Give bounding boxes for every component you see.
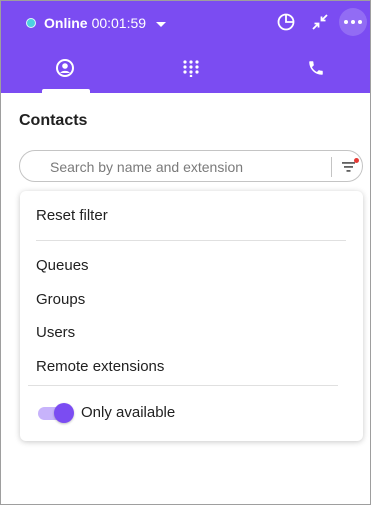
tab-contacts[interactable] (45, 53, 85, 83)
collapse-icon (312, 14, 328, 30)
collapse-button[interactable] (306, 8, 334, 36)
header-bar: Online 00:01:59 (1, 1, 370, 93)
filter-menu: Reset filter Queues Groups Users Remote … (20, 191, 363, 441)
caret-down-icon (156, 21, 167, 27)
call-timer: 00:01:59 (91, 15, 147, 31)
filter-item-groups[interactable]: Groups (36, 291, 85, 308)
only-available-label: Only available (81, 404, 176, 421)
filter-icon (342, 162, 355, 172)
more-button[interactable] (339, 8, 367, 36)
page-title: Contacts (19, 112, 88, 129)
toggle-knob (54, 403, 74, 423)
search-input[interactable] (34, 156, 324, 178)
contacts-icon (56, 59, 74, 77)
tab-calls[interactable] (296, 53, 336, 83)
filter-item-remote-extensions[interactable]: Remote extensions (36, 358, 164, 375)
pie-chart-icon (277, 13, 295, 31)
status-label: Online (44, 15, 88, 31)
dialpad-icon (183, 60, 199, 77)
tab-dialpad[interactable] (171, 53, 211, 83)
search-divider (331, 157, 332, 177)
more-icon (344, 20, 362, 24)
online-status-dot (26, 18, 36, 28)
active-tab-indicator (42, 89, 90, 93)
filter-active-dot (354, 158, 359, 163)
app-window: Online 00:01:59 Contacts Search by name … (0, 0, 371, 505)
statistics-button[interactable] (272, 8, 300, 36)
phone-icon (309, 61, 323, 75)
divider (36, 240, 346, 241)
status-selector[interactable]: Online 00:01:59 (26, 13, 167, 33)
filter-item-queues[interactable]: Queues (36, 257, 89, 274)
search-box (19, 150, 363, 182)
reset-filter-item[interactable]: Reset filter (36, 207, 108, 224)
only-available-toggle[interactable] (36, 403, 74, 423)
filter-item-users[interactable]: Users (36, 324, 75, 341)
filter-button[interactable] (338, 156, 360, 178)
divider (28, 385, 338, 386)
